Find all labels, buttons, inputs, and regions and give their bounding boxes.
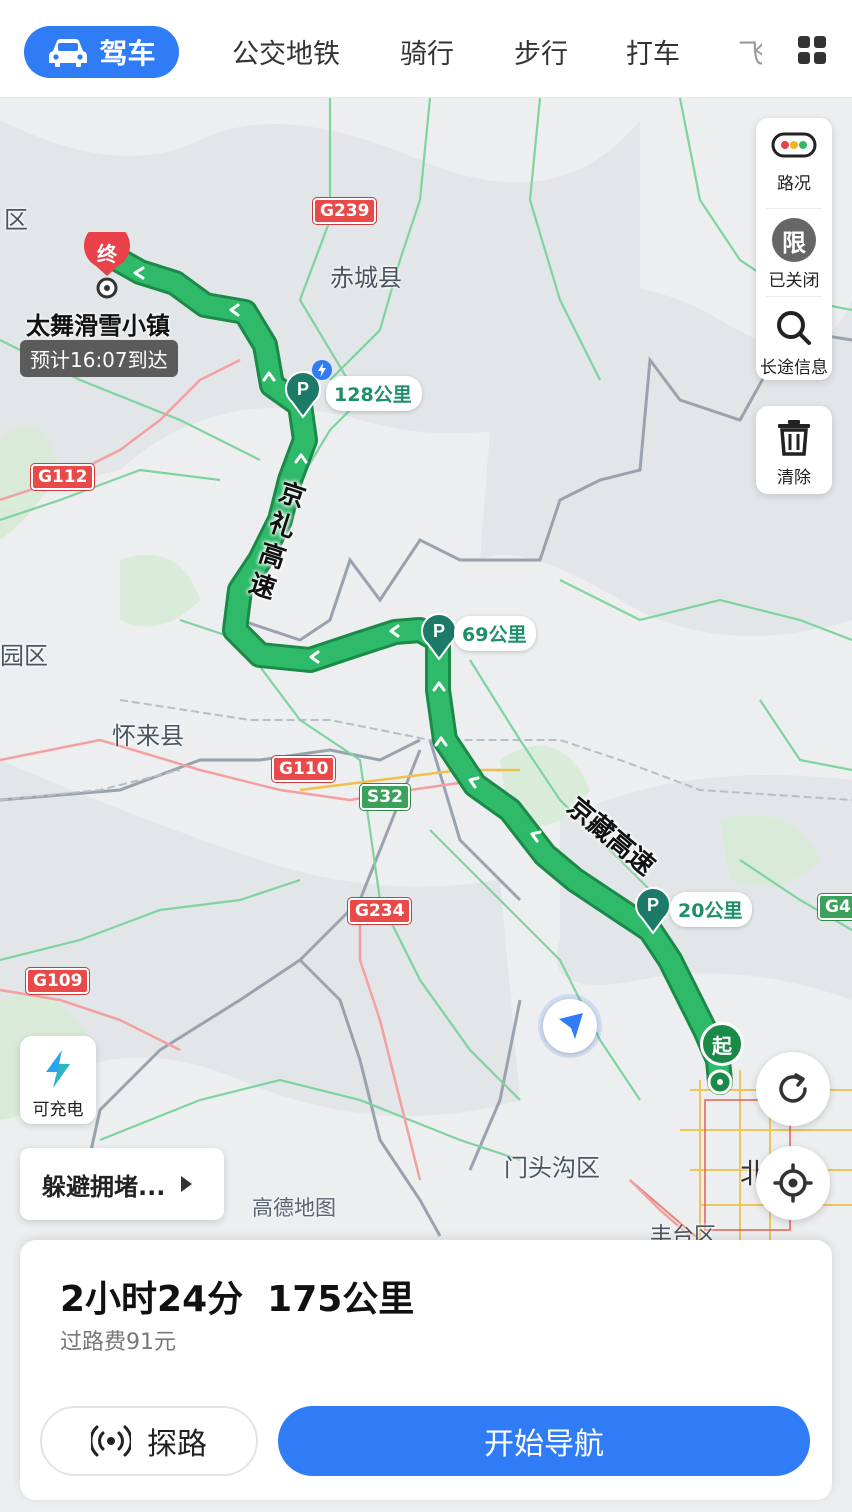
parking-pin-icon: P: [635, 887, 671, 935]
map-controls: 路况 限 已关闭 长途信息: [756, 118, 832, 380]
current-location-marker: [538, 994, 602, 1058]
tab-transit[interactable]: 公交地铁: [232, 32, 340, 71]
trash-icon: [778, 420, 810, 456]
tab-taxi[interactable]: 打车: [626, 32, 680, 71]
explore-route-label: 探路: [147, 1427, 207, 1462]
avoid-congestion-label: 躲避拥堵...: [42, 1172, 166, 1201]
start-navigation-button[interactable]: 开始导航: [278, 1406, 810, 1476]
restriction-label: 已关闭: [768, 271, 820, 291]
service-area-distance: 128公里: [326, 376, 422, 411]
car-icon: [49, 39, 88, 67]
highway-shield: G112: [31, 464, 95, 490]
traffic-light-icon: [771, 132, 817, 158]
restriction-icon: 限: [772, 218, 816, 262]
highway-shield: G239: [313, 198, 377, 224]
destination-name: 太舞滑雪小镇: [26, 312, 170, 340]
svg-text:P: P: [433, 621, 445, 641]
more-modes-grid-icon[interactable]: [798, 36, 826, 64]
charging-icon: [312, 360, 332, 380]
play-triangle-icon: [181, 1176, 193, 1192]
place-label: 园区: [0, 642, 48, 670]
service-area-distance: 69公里: [454, 616, 537, 651]
highway-shield: S32: [360, 784, 410, 810]
highway-shield: G4: [818, 894, 852, 920]
service-area-pin[interactable]: P: [420, 612, 458, 664]
eta-badge: 预计16:07到达: [20, 340, 178, 377]
transport-mode-bar: 驾车 公交地铁 骑行 步行 打车 飞: [0, 0, 852, 98]
lightning-icon: [46, 1050, 70, 1088]
highway-shield: G109: [26, 968, 90, 994]
highway-shield: G110: [272, 756, 336, 782]
locate-button[interactable]: [756, 1146, 830, 1220]
place-label: 门头沟区: [504, 1154, 600, 1182]
tab-drive-label: 驾车: [99, 37, 156, 70]
start-marker[interactable]: 起: [700, 1022, 744, 1066]
divider: [766, 208, 822, 209]
long-trip-label: 长途信息: [760, 358, 828, 378]
parking-pin-icon: P: [421, 613, 457, 661]
svg-text:P: P: [647, 895, 659, 915]
radar-signal-icon: [91, 1425, 131, 1457]
explore-route-button[interactable]: 探路: [40, 1406, 258, 1476]
service-area-pin[interactable]: P: [284, 360, 332, 419]
route-distance: 175公里: [267, 1279, 415, 1320]
place-label: 区: [4, 206, 28, 234]
place-label: 怀来县: [112, 722, 184, 750]
service-area-pin[interactable]: P: [634, 886, 672, 938]
toll-fee: 过路费91元: [60, 1330, 176, 1355]
crosshair-icon: [773, 1163, 813, 1203]
clear-label: 清除: [777, 468, 811, 488]
highway-shield: G234: [348, 898, 412, 924]
route-summary: 2小时24分 175公里: [60, 1270, 414, 1322]
route-summary-sheet: 2小时24分 175公里 过路费91元 探路 开始导航: [20, 1240, 832, 1500]
divider: [766, 296, 822, 297]
traffic-button[interactable]: 路况: [756, 132, 832, 194]
refresh-icon: [779, 1073, 807, 1103]
service-area-distance: 20公里: [670, 892, 753, 927]
end-marker-label: 终: [97, 242, 117, 266]
tab-bike[interactable]: 骑行: [400, 32, 454, 71]
route-duration: 2小时24分: [60, 1279, 244, 1320]
avoid-congestion-button[interactable]: 躲避拥堵...: [20, 1148, 224, 1220]
search-icon: [777, 311, 811, 345]
svg-text:P: P: [297, 379, 309, 399]
charging-filter-button[interactable]: 可充电: [20, 1036, 96, 1124]
charging-label: 可充电: [32, 1100, 84, 1120]
place-label: 赤城县: [330, 264, 402, 292]
tab-walk[interactable]: 步行: [514, 32, 568, 71]
map-watermark: 高德地图: [252, 1196, 336, 1220]
tab-flight[interactable]: 飞: [738, 32, 762, 71]
destination-marker[interactable]: 终: [82, 222, 132, 302]
tab-drive[interactable]: 驾车: [24, 26, 179, 78]
refresh-button[interactable]: [756, 1052, 830, 1126]
traffic-label: 路况: [777, 174, 811, 194]
long-trip-button[interactable]: 长途信息: [756, 308, 832, 378]
navigation-arrow-icon: [559, 1013, 583, 1039]
clear-button[interactable]: 清除: [756, 406, 832, 494]
restriction-button[interactable]: 限 已关闭: [756, 218, 832, 291]
